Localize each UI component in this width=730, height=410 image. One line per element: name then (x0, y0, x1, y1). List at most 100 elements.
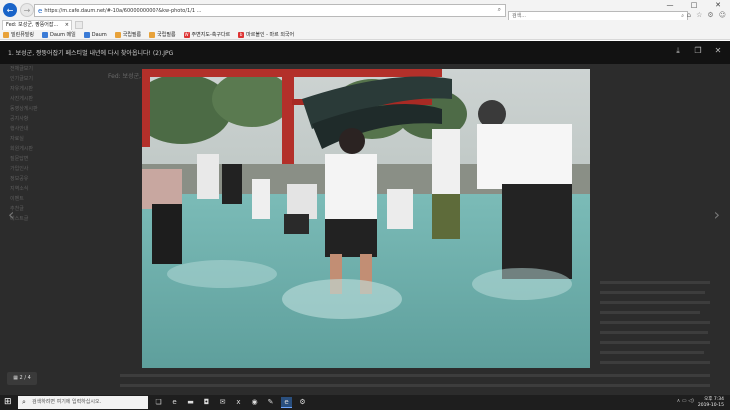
network-icon[interactable]: ▭ (682, 398, 687, 404)
settings-icon[interactable]: ⚙ (297, 397, 308, 408)
back-button[interactable]: ← (3, 3, 17, 17)
b-icon: b (238, 31, 245, 38)
text-line (600, 291, 705, 294)
sidebar-item[interactable]: 질문답변 (10, 155, 80, 165)
arrow-right-icon: → (23, 5, 31, 15)
home-icon[interactable]: ⌂ (687, 11, 691, 19)
close-icon[interactable]: ✕ (712, 45, 724, 57)
ie-logo-icon: e (38, 6, 43, 15)
text-line (600, 301, 710, 304)
next-image-arrow[interactable]: › (714, 205, 720, 224)
chevron-up-icon[interactable]: ∧ (677, 398, 681, 404)
close-icon[interactable]: ✕ (706, 0, 730, 10)
sidebar-item[interactable]: 이벤트 (10, 195, 80, 205)
browser-tab[interactable]: Fed: 보성군, 짱뚱어잡... × (2, 20, 72, 30)
sidebar-item[interactable]: 동영상게시판 (10, 105, 80, 115)
smiley-icon[interactable]: ☺ (719, 11, 726, 19)
internet-explorer-icon[interactable]: e (281, 397, 292, 408)
mail-icon (42, 31, 49, 38)
star-icon (3, 31, 9, 38)
forward-button[interactable]: → (20, 3, 34, 17)
window-controls: — □ ✕ (658, 0, 730, 10)
tab-bar: Fed: 보성군, 짱뚱어잡... × (0, 20, 730, 30)
gear-icon[interactable]: ⚙ (707, 11, 713, 19)
text-line (120, 384, 710, 387)
taskbar-apps: ❏ e ▬ ◘ ✉ x ◉ ✎ e ⚙ (153, 397, 308, 408)
text-line (600, 281, 710, 284)
w-icon: W (183, 31, 190, 38)
file-explorer-icon[interactable]: ▬ (185, 397, 196, 408)
favorite-item[interactable]: Daum 메일 (42, 31, 76, 38)
text-line (600, 351, 704, 354)
external-window-icon[interactable]: ❐ (692, 45, 704, 57)
favorites-bar: 밀린뮤빌링 Daum 메일 Daum 국립필름 국립필름 W 주변지도-축구다르 … (0, 30, 730, 40)
search-icon: ⌕ (22, 398, 26, 406)
star-icon[interactable]: ☆ (696, 11, 702, 19)
download-icon[interactable]: ⤓ (672, 45, 684, 57)
text-line (600, 361, 710, 364)
edge-icon[interactable]: e (169, 397, 180, 408)
taskbar-search-input[interactable]: ⌕ 검색하려면 여기에 입력하십시오. (18, 396, 148, 409)
daum-icon (83, 31, 90, 38)
favorite-item[interactable]: W 주변지도-축구다르 (183, 31, 230, 38)
folder-icon (149, 31, 156, 38)
maximize-icon[interactable]: □ (682, 0, 706, 10)
image-counter[interactable]: ▦ 2 / 4 (7, 372, 37, 385)
taskbar-search-placeholder: 검색하려면 여기에 입력하십시오. (32, 399, 102, 405)
search-icon[interactable]: ⌕ (681, 12, 684, 20)
sidebar-item[interactable]: 베스트글 (10, 215, 80, 225)
paint-icon[interactable]: ✎ (265, 397, 276, 408)
store-icon[interactable]: ◘ (201, 397, 212, 408)
sidebar-item[interactable]: 자유게시판 (10, 85, 80, 95)
minimize-icon[interactable]: — (658, 0, 682, 10)
mail-icon[interactable]: ✉ (217, 397, 228, 408)
new-tab-button[interactable] (75, 21, 83, 29)
search-placeholder: 검색... (512, 13, 526, 19)
favorite-item[interactable]: b 마르볼인 - 마르 외국어 (238, 31, 294, 38)
windows-start-icon[interactable]: ⊞ (4, 398, 13, 407)
search-icon[interactable]: ⌕ (498, 6, 501, 14)
clock-date: 2019-10-15 (697, 403, 724, 408)
favorite-item[interactable]: 국립필름 (114, 31, 141, 38)
text-line (600, 311, 700, 314)
windows-taskbar: ⊞ ⌕ 검색하려면 여기에 입력하십시오. ❏ e ▬ ◘ ✉ x ◉ ✎ e … (0, 395, 730, 410)
sidebar-item[interactable]: 인기글보기 (10, 75, 80, 85)
text-line (600, 341, 710, 344)
sidebar-item[interactable]: 자료실 (10, 135, 80, 145)
sidebar-item[interactable]: 추천글 (10, 205, 80, 215)
sidebar-item[interactable]: 가입인사 (10, 165, 80, 175)
favorite-item[interactable]: Daum (83, 31, 107, 38)
volume-icon[interactable]: ◁) (688, 398, 694, 404)
clock[interactable]: 오후 7:34 2019-10-15 (698, 397, 724, 409)
system-tray[interactable]: ∧ ▭ ◁) (677, 398, 694, 404)
arrow-left-icon: ← (6, 5, 14, 15)
prev-image-arrow[interactable]: ‹ (8, 205, 14, 224)
favorite-item[interactable]: 국립필름 (149, 31, 176, 38)
viewer-actions: ⤓ ❐ ✕ (672, 45, 724, 57)
sidebar-item[interactable]: 정보공유 (10, 175, 80, 185)
sidebar-item[interactable]: 지역소식 (10, 185, 80, 195)
screen: ← → e https://m.cafe.daum.net/#-10a/6000… (0, 0, 730, 410)
favorite-item[interactable]: 밀린뮤빌링 (3, 31, 34, 38)
url-field[interactable]: e https://m.cafe.daum.net/#-10a/60000000… (34, 4, 506, 17)
image-title: 1. 보성군, 짱뚱어잡기 페스티벌 내년에 다시 찾아옵니다! (2).JPG (8, 50, 174, 57)
festival-photo (142, 69, 590, 368)
sidebar-item[interactable]: 공지사항 (10, 115, 80, 125)
image-viewer-header: 1. 보성군, 짱뚱어잡기 페스티벌 내년에 다시 찾아옵니다! (2).JPG… (0, 41, 730, 64)
text-line (600, 321, 710, 324)
task-view-icon[interactable]: ❏ (153, 397, 164, 408)
sidebar-item[interactable]: 사진게시판 (10, 95, 80, 105)
url-text: https://m.cafe.daum.net/#-10a/6000000000… (44, 7, 202, 14)
text-line (600, 331, 708, 334)
sidebar-item[interactable]: 행사안내 (10, 125, 80, 135)
close-tab-icon[interactable]: × (65, 21, 69, 30)
chrome-icon[interactable]: ◉ (249, 397, 260, 408)
cafe-sidebar: 전체글보기 인기글보기 자유게시판 사진게시판 동영상게시판 공지사항 행사안내… (10, 65, 80, 225)
photo-illustration (142, 69, 590, 368)
browser-toolbar-icons: ⌂ ☆ ⚙ ☺ (687, 11, 726, 19)
sidebar-item[interactable]: 전체글보기 (10, 65, 80, 75)
sidebar-item[interactable]: 회원게시판 (10, 145, 80, 155)
tab-title: Fed: 보성군, 짱뚱어잡... (6, 22, 59, 28)
text-line (120, 374, 710, 377)
excel-icon[interactable]: x (233, 397, 244, 408)
